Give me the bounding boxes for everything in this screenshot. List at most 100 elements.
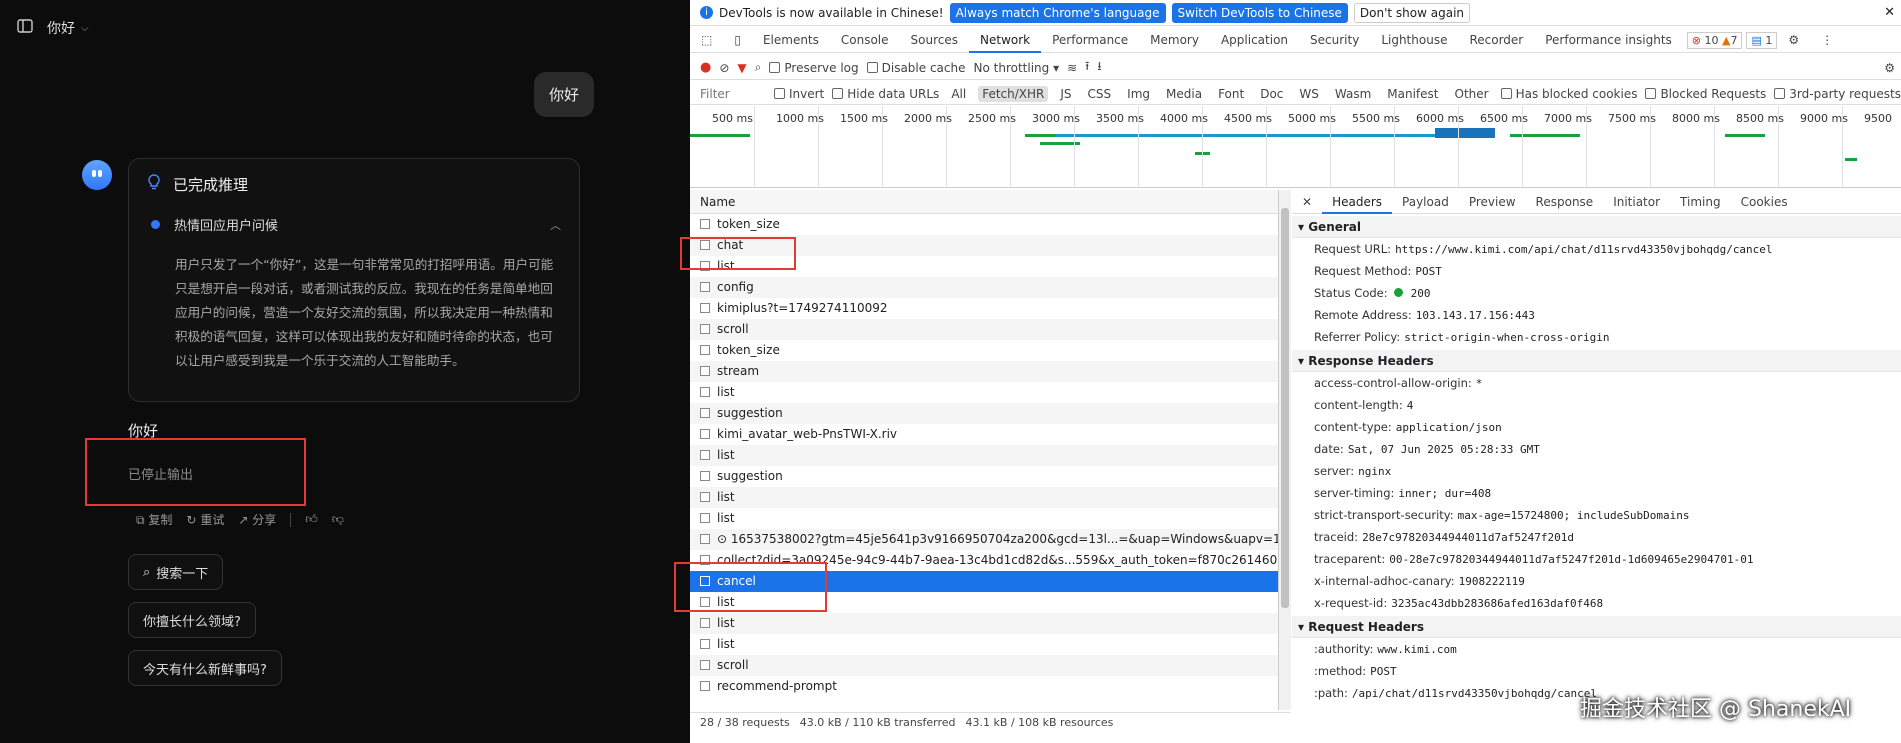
issues-counter[interactable]: ⊗ 10 ▲7 [1686, 31, 1743, 49]
switch-chinese-button[interactable]: Switch DevTools to Chinese [1171, 2, 1348, 23]
suggestion-item[interactable]: 你擅长什么领域? [128, 602, 256, 638]
tab-recorder[interactable]: Recorder [1458, 28, 1534, 53]
tab-memory[interactable]: Memory [1139, 28, 1210, 53]
more-options-icon[interactable]: ⋮ [1810, 28, 1844, 53]
tab-console[interactable]: Console [830, 28, 900, 53]
request-list-scrollbar[interactable] [1279, 190, 1291, 710]
thumbs-up-icon[interactable]: 👍︎ [305, 512, 318, 527]
request-row[interactable]: list [690, 256, 1278, 277]
type-filter-doc[interactable]: Doc [1256, 86, 1287, 102]
request-row[interactable]: suggestion [690, 403, 1278, 424]
response-headers-section-header[interactable]: ▾ Response Headers [1292, 350, 1901, 372]
sidebar-toggle-icon[interactable] [17, 18, 33, 38]
request-headers-section-header[interactable]: ▾ Request Headers [1292, 616, 1901, 638]
request-row[interactable]: cancel [690, 571, 1278, 592]
type-filter-other[interactable]: Other [1451, 86, 1493, 102]
type-filter-css[interactable]: CSS [1084, 86, 1116, 102]
close-icon[interactable]: ✕ [1884, 5, 1895, 20]
invert-checkbox[interactable]: Invert [773, 87, 824, 101]
request-row[interactable]: list [690, 508, 1278, 529]
retry-button[interactable]: ↻ 重试 [186, 511, 224, 528]
blocked-requests-checkbox[interactable]: Blocked Requests [1645, 87, 1766, 101]
gear-icon[interactable]: ⚙ [1884, 61, 1895, 75]
scrollbar-thumb[interactable] [1281, 208, 1289, 608]
request-row[interactable]: list [690, 634, 1278, 655]
type-filter-js[interactable]: JS [1056, 86, 1075, 102]
record-icon[interactable]: ● [700, 60, 711, 75]
tab-payload[interactable]: Payload [1392, 190, 1459, 214]
request-row[interactable]: scroll [690, 319, 1278, 340]
type-filter-fetch-xhr[interactable]: Fetch/XHR [978, 85, 1049, 102]
tab-sources[interactable]: Sources [900, 28, 969, 53]
copy-button[interactable]: ⧉ 复制 [136, 511, 172, 528]
messages-counter[interactable]: ▤ 1 [1746, 31, 1778, 49]
type-filter-ws[interactable]: WS [1295, 86, 1322, 102]
request-row[interactable]: chat [690, 235, 1278, 256]
request-row[interactable]: kimiplus?t=1749274110092 [690, 298, 1278, 319]
dont-show-button[interactable]: Don't show again [1353, 2, 1471, 23]
reasoning-step[interactable]: 热情回应用户问候 ︿ [151, 215, 561, 234]
tab-performance[interactable]: Performance [1041, 28, 1139, 53]
thumbs-down-icon[interactable]: 👎︎ [332, 512, 344, 527]
type-filter-wasm[interactable]: Wasm [1331, 86, 1375, 102]
type-filter-font[interactable]: Font [1214, 86, 1248, 102]
share-button[interactable]: ↗ 分享 [238, 511, 276, 528]
preserve-log-checkbox[interactable]: Preserve log [769, 61, 859, 75]
tab-network[interactable]: Network [969, 28, 1042, 53]
request-row[interactable]: kimi_avatar_web-PnsTWI-X.riv [690, 424, 1278, 445]
request-row[interactable]: list [690, 487, 1278, 508]
tab-preview[interactable]: Preview [1459, 190, 1526, 214]
request-row[interactable]: list [690, 382, 1278, 403]
hide-data-urls-checkbox[interactable]: Hide data URLs [832, 87, 939, 101]
disable-cache-checkbox[interactable]: Disable cache [866, 61, 966, 75]
filter-icon[interactable]: ▼ [737, 61, 746, 75]
third-party-checkbox[interactable]: 3rd-party requests [1774, 87, 1901, 101]
close-detail-icon[interactable]: ✕ [1292, 190, 1322, 214]
suggestion-search[interactable]: ⌕ 搜索一下 [128, 554, 224, 590]
inspect-element-icon[interactable]: ⬚ [690, 28, 723, 53]
clear-icon[interactable]: ⊘ [719, 61, 729, 75]
name-column-header[interactable]: Name [690, 190, 1278, 214]
tab-security[interactable]: Security [1299, 28, 1370, 53]
gear-icon[interactable]: ⚙ [1777, 28, 1810, 53]
request-row[interactable]: recommend-prompt [690, 676, 1278, 697]
request-row[interactable]: config [690, 277, 1278, 298]
tab-cookies[interactable]: Cookies [1731, 190, 1798, 214]
tab-headers[interactable]: Headers [1322, 190, 1393, 214]
request-row[interactable]: collect?did=3a09245e-94c9-44b7-9aea-13c4… [690, 550, 1278, 571]
type-filter-manifest[interactable]: Manifest [1383, 86, 1442, 102]
type-filter-media[interactable]: Media [1162, 86, 1206, 102]
tab-timing[interactable]: Timing [1670, 190, 1731, 214]
upload-icon[interactable]: ⭱ [1085, 57, 1089, 78]
timeline-overview[interactable]: 500 ms 1000 ms 1500 ms 2000 ms 2500 ms 3000 m… [690, 106, 1901, 188]
request-row[interactable]: list [690, 445, 1278, 466]
chat-title-dropdown[interactable]: 你好 ⌵ [47, 18, 89, 38]
reasoning-header[interactable]: 已完成推理 [145, 173, 248, 195]
tab-response[interactable]: Response [1526, 190, 1604, 214]
suggestion-item[interactable]: 今天有什么新鲜事吗? [128, 650, 282, 686]
tab-performance-insights[interactable]: Performance insights [1534, 28, 1683, 53]
tab-initiator[interactable]: Initiator [1603, 190, 1670, 214]
general-section-header[interactable]: ▾ General [1292, 216, 1901, 238]
request-row[interactable]: list [690, 592, 1278, 613]
blocked-cookies-checkbox[interactable]: Has blocked cookies [1500, 87, 1637, 101]
throttling-select[interactable]: No throttling ▾ [974, 61, 1060, 75]
download-icon[interactable]: ⭳ [1097, 57, 1101, 78]
tab-application[interactable]: Application [1210, 28, 1299, 53]
chevron-up-icon[interactable]: ︿ [550, 217, 561, 233]
match-language-button[interactable]: Always match Chrome's language [949, 2, 1166, 23]
tab-lighthouse[interactable]: Lighthouse [1370, 28, 1458, 53]
request-row[interactable]: ⊙ 16537538002?gtm=45je5641p3v9166950704z… [690, 529, 1278, 550]
type-filter-all[interactable]: All [947, 86, 970, 102]
request-row[interactable]: token_size [690, 340, 1278, 361]
request-row[interactable]: scroll [690, 655, 1278, 676]
request-row[interactable]: list [690, 613, 1278, 634]
request-row[interactable]: token_size [690, 214, 1278, 235]
device-toggle-icon[interactable]: ▯ [723, 28, 752, 53]
wifi-icon[interactable]: ≋ [1067, 61, 1077, 75]
request-row[interactable]: suggestion [690, 466, 1278, 487]
request-row[interactable]: stream [690, 361, 1278, 382]
search-icon[interactable]: ⌕ [755, 60, 762, 75]
filter-input[interactable]: Filter [700, 87, 766, 101]
tab-elements[interactable]: Elements [752, 28, 830, 53]
